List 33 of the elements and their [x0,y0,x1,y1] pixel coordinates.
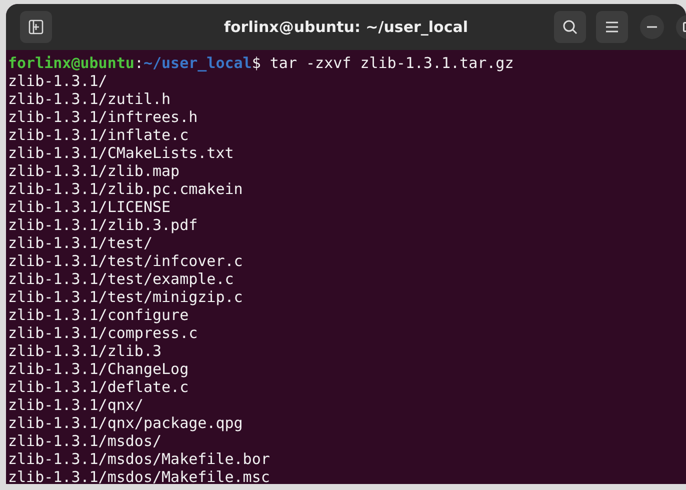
output-line: zlib-1.3.1/test/example.c [8,270,234,288]
output-line: zlib-1.3.1/zlib.3.pdf [8,216,198,234]
menu-button[interactable] [596,11,628,43]
output-line: zlib-1.3.1/LICENSE [8,198,171,216]
output-line: zlib-1.3.1/zutil.h [8,90,171,108]
output-line: zlib-1.3.1/deflate.c [8,378,189,396]
output-line: zlib-1.3.1/test/infcover.c [8,252,243,270]
output-line: zlib-1.3.1/msdos/Makefile.bor [8,450,270,468]
output-line: zlib-1.3.1/ChangeLog [8,360,189,378]
output-line: zlib-1.3.1/zlib.3 [8,342,162,360]
minimize-icon [647,26,657,28]
output-line: zlib-1.3.1/msdos/Makefile.msc [8,468,270,484]
output-line: zlib-1.3.1/CMakeLists.txt [8,144,234,162]
output-line: zlib-1.3.1/inflate.c [8,126,189,144]
output-line: zlib-1.3.1/msdos/ [8,432,162,450]
output-line: zlib-1.3.1/configure [8,306,189,324]
output-line: zlib-1.3.1/zlib.pc.cmakein [8,180,243,198]
search-button[interactable] [554,11,586,43]
search-icon [562,19,578,35]
new-tab-icon [28,19,44,35]
output-line: zlib-1.3.1/zlib.map [8,162,180,180]
minimize-button[interactable] [640,15,664,39]
command-line: forlinx@ubuntu:~/user_local$ tar -zxvf zlib-1.3.1.tar.gz [8,54,514,72]
output-line: zlib-1.3.1/inftrees.h [8,108,198,126]
output-line: zlib-1.3.1/test/ [8,234,152,252]
menu-icon [605,21,619,33]
window-title: forlinx@ubuntu: ~/user_local [224,18,468,36]
output-line: zlib-1.3.1/qnx/package.qpg [8,414,243,432]
output-line: zlib-1.3.1/compress.c [8,324,198,342]
output-line: zlib-1.3.1/test/minigzip.c [8,288,243,306]
output-line: zlib-1.3.1/ [8,72,108,90]
output-line: zlib-1.3.1/qnx/ [8,396,144,414]
new-tab-button[interactable] [20,11,52,43]
